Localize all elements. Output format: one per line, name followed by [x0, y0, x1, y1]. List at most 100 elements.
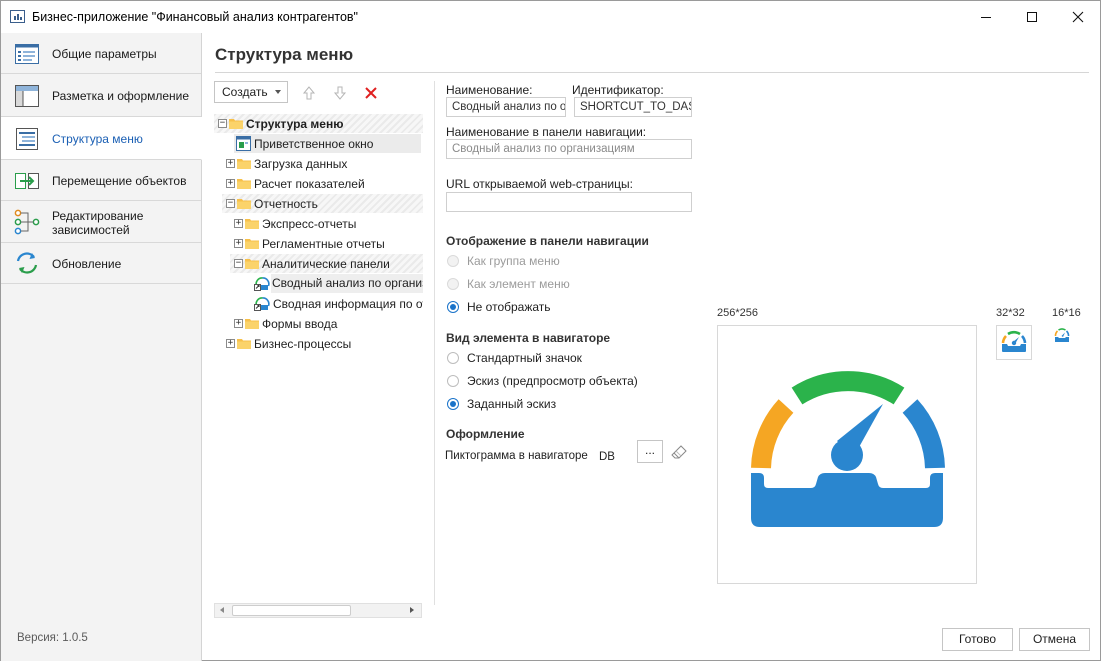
- radio-preview-sketch[interactable]: Эскиз (предпросмотр объекта): [447, 374, 638, 388]
- radio-label: Эскиз (предпросмотр объекта): [467, 374, 638, 388]
- eraser-icon[interactable]: [670, 443, 688, 459]
- sidebar-item-menu-structure[interactable]: Структура меню: [1, 117, 202, 160]
- tree-item-express-reports[interactable]: + Экспресс-отчеты: [222, 214, 423, 233]
- expand-icon[interactable]: +: [234, 239, 243, 248]
- radio-label: Не отображать: [467, 300, 551, 314]
- id-field[interactable]: SHORTCUT_TO_DASHBOARD: [574, 97, 692, 117]
- expand-icon[interactable]: +: [234, 319, 243, 328]
- radio-menu-group[interactable]: Как группа меню: [447, 254, 560, 268]
- tree-item-label: Сводный анализ по организациям: [271, 274, 423, 293]
- sidebar-item-label: Разметка и оформление: [52, 89, 190, 103]
- radio-dot: [447, 375, 459, 387]
- move-objects-icon: [15, 173, 39, 189]
- tree-item-label: Регламентные отчеты: [262, 237, 385, 251]
- sidebar-item-general[interactable]: Общие параметры: [1, 33, 201, 74]
- tree-item-label: Экспресс-отчеты: [262, 217, 357, 231]
- title-divider: [215, 72, 1089, 73]
- tree-item-calc[interactable]: + Расчет показателей: [214, 174, 423, 193]
- title-bar: Бизнес-приложение "Финансовый анализ кон…: [1, 1, 1100, 33]
- sidebar-item-update[interactable]: Обновление: [1, 243, 201, 284]
- create-button-label: Создать: [222, 85, 268, 99]
- folder-icon: [245, 239, 259, 249]
- radio-dot: [447, 255, 459, 267]
- sidebar-item-label: Обновление: [52, 257, 122, 271]
- tree-item-label: Сводная информация по отраслям: [273, 297, 423, 311]
- scrollbar-thumb[interactable]: [232, 605, 351, 616]
- done-button[interactable]: Готово: [942, 628, 1013, 651]
- radio-label: Как группа меню: [467, 254, 560, 268]
- tree-item-business-processes[interactable]: + Бизнес-процессы: [214, 334, 423, 353]
- nav-name-label: Наименование в панели навигации:: [446, 125, 647, 139]
- expand-icon[interactable]: +: [234, 219, 243, 228]
- folder-icon: [237, 179, 251, 189]
- radio-menu-element[interactable]: Как элемент меню: [447, 277, 570, 291]
- move-down-icon[interactable]: [332, 85, 348, 101]
- gauge-icon-16: [1054, 328, 1070, 342]
- expand-icon[interactable]: +: [226, 159, 235, 168]
- dashboard-shortcut-icon: [254, 297, 270, 311]
- tree-item-label: Аналитические панели: [262, 257, 390, 271]
- icon-label: Пиктограмма в навигаторе: [445, 450, 588, 462]
- tree-item-input-forms[interactable]: + Формы ввода: [222, 314, 423, 333]
- page-title: Структура меню: [215, 45, 354, 64]
- radio-dot: [447, 301, 459, 313]
- scroll-left-icon[interactable]: [220, 607, 224, 613]
- panel-divider: [434, 81, 435, 605]
- version-label: Версия: 1.0.5: [17, 632, 88, 644]
- tree-item-root[interactable]: − Структура меню: [214, 114, 423, 133]
- tree-horizontal-scrollbar[interactable]: [214, 603, 422, 618]
- sidebar-item-layout[interactable]: Разметка и оформление: [1, 74, 201, 117]
- expand-icon[interactable]: +: [226, 339, 235, 348]
- minimize-button[interactable]: [963, 1, 1009, 33]
- tree-item-label: Отчетность: [254, 197, 318, 211]
- close-icon: [1072, 11, 1084, 23]
- collapse-icon[interactable]: −: [218, 119, 227, 128]
- radio-custom-sketch[interactable]: Заданный эскиз: [447, 397, 556, 411]
- layout-icon: [15, 85, 39, 107]
- icon-value: DB: [599, 451, 615, 463]
- tree-item-org-analysis[interactable]: Сводный анализ по организациям: [254, 274, 423, 293]
- sidebar-item-label: Редактирование зависимостей: [52, 209, 144, 237]
- browse-button[interactable]: ...: [637, 440, 663, 463]
- radio-standard-icon[interactable]: Стандартный значок: [447, 351, 582, 365]
- menu-structure-icon: [16, 128, 38, 150]
- tree-item-dashboards[interactable]: − Аналитические панели: [230, 254, 423, 273]
- sidebar-item-label: Структура меню: [52, 132, 143, 146]
- folder-icon: [245, 219, 259, 229]
- collapse-icon[interactable]: −: [226, 199, 235, 208]
- nav-name-field[interactable]: Сводный анализ по организациям: [446, 139, 692, 159]
- maximize-button[interactable]: [1009, 1, 1055, 33]
- radio-label: Как элемент меню: [467, 277, 570, 291]
- tree-item-label: Структура меню: [246, 117, 344, 131]
- cancel-button[interactable]: Отмена: [1019, 628, 1090, 651]
- tree-item-regulated-reports[interactable]: + Регламентные отчеты: [222, 234, 423, 253]
- gauge-icon: [1001, 330, 1027, 352]
- radio-label: Стандартный значок: [467, 351, 582, 365]
- window-icon: [236, 136, 251, 151]
- close-button[interactable]: [1055, 1, 1101, 33]
- folder-icon: [237, 339, 251, 349]
- tree-item-label: Приветственное окно: [254, 137, 374, 151]
- expand-icon[interactable]: +: [226, 179, 235, 188]
- dashboard-shortcut-icon: [254, 277, 270, 291]
- name-field[interactable]: Сводный анализ по организациям: [446, 97, 566, 117]
- radio-no-display[interactable]: Не отображать: [447, 300, 551, 314]
- tree-item-welcome[interactable]: Приветственное окно: [234, 134, 421, 153]
- menu-tree: − Структура меню Приветственное окно + З…: [214, 113, 423, 598]
- delete-icon[interactable]: [363, 85, 379, 101]
- create-dropdown-button[interactable]: Создать: [214, 81, 288, 103]
- url-field[interactable]: [446, 192, 692, 212]
- collapse-icon[interactable]: −: [234, 259, 243, 268]
- tree-item-industry-summary[interactable]: Сводная информация по отраслям: [254, 294, 423, 313]
- scroll-right-icon[interactable]: [410, 607, 414, 613]
- form-icon: [15, 44, 39, 64]
- tree-item-data-loading[interactable]: + Загрузка данных: [214, 154, 423, 173]
- radio-dot: [447, 278, 459, 290]
- tree-item-reports[interactable]: − Отчетность: [222, 194, 423, 213]
- minimize-icon: [981, 17, 991, 18]
- update-icon: [16, 252, 38, 274]
- tree-item-label: Загрузка данных: [254, 157, 348, 171]
- sidebar-item-dependencies[interactable]: Редактирование зависимостей: [1, 201, 201, 243]
- move-up-icon[interactable]: [301, 85, 317, 101]
- sidebar-item-move-objects[interactable]: Перемещение объектов: [1, 160, 201, 201]
